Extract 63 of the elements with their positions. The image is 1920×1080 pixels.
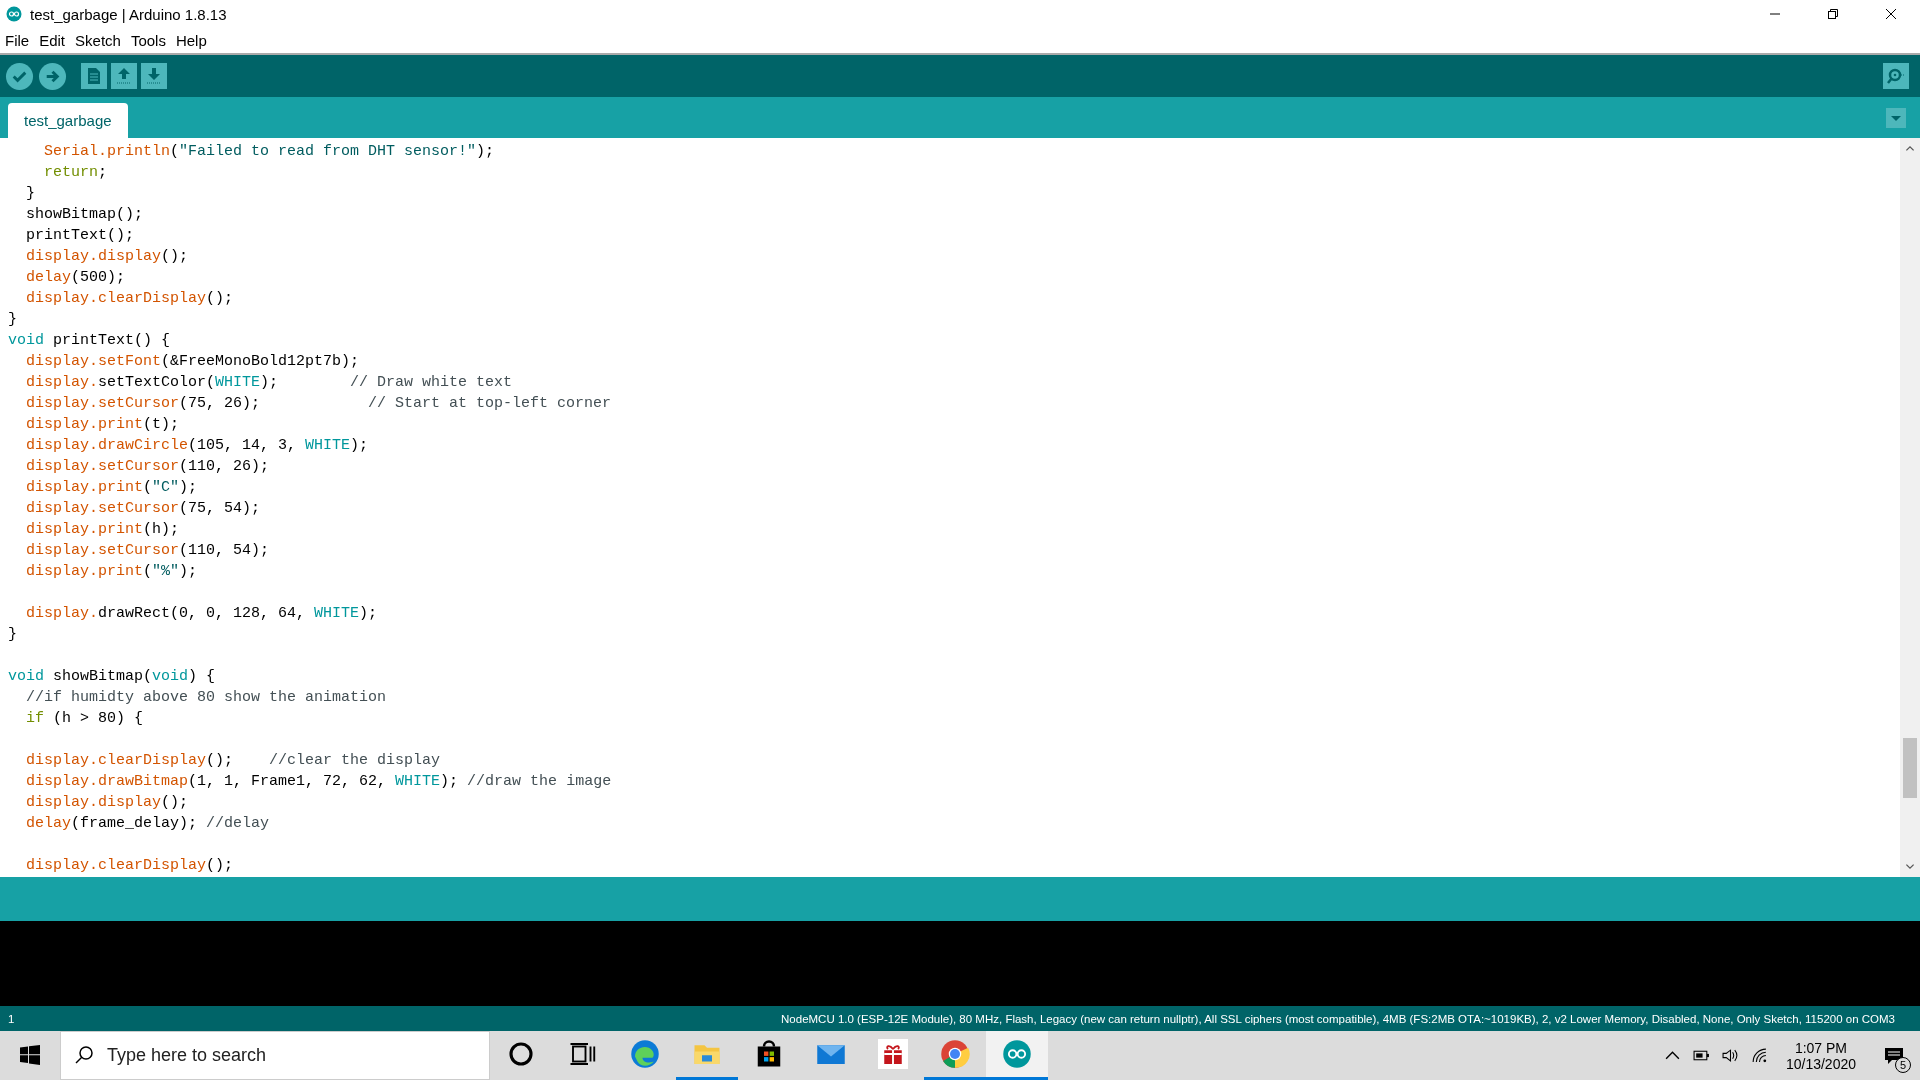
code-line: display.print("C"); <box>25 478 199 498</box>
clock-date: 10/13/2020 <box>1785 1055 1856 1072</box>
code-line: void showBitmap(void) { <box>8 667 217 687</box>
clock[interactable]: 1:07 PM 10/13/2020 <box>1779 1039 1862 1072</box>
arduino-logo-icon <box>6 6 22 22</box>
code-line: if (h > 80) { <box>25 709 145 729</box>
code-line: } <box>8 310 18 330</box>
clock-time: 1:07 PM <box>1794 1039 1848 1056</box>
speaker-icon[interactable] <box>1721 1047 1739 1064</box>
code-line: display.setCursor(75, 54); <box>25 499 262 519</box>
code-line: showBitmap(); <box>25 205 145 225</box>
code-line: delay(500); <box>25 268 127 288</box>
restore-icon[interactable] <box>1827 8 1839 20</box>
chrome-browser-icon[interactable] <box>940 1039 970 1069</box>
code-line: display.print("%"); <box>25 562 199 582</box>
file-tab[interactable]: test_garbage <box>8 103 128 138</box>
menu-item[interactable]: Help <box>170 32 212 49</box>
new-document-icon[interactable] <box>81 63 107 89</box>
code-line: display.setCursor(75, 26); // Start at top-left corner <box>25 394 613 414</box>
verify-icon[interactable] <box>5 61 34 91</box>
serial-monitor-icon[interactable] <box>1883 63 1909 89</box>
code-line: display.drawCircle(105, 14, 3, WHITE); <box>25 436 370 456</box>
code-line: //if humidty above 80 show the animation <box>25 688 388 708</box>
menu-item[interactable]: Sketch <box>70 32 126 49</box>
code-line: display.drawRect(0, 0, 128, 64, WHITE); <box>25 604 379 624</box>
code-line: display.print(t); <box>25 415 181 435</box>
menu-item[interactable]: Edit <box>34 32 71 49</box>
code-line: } <box>8 625 18 645</box>
circle-icon[interactable] <box>506 1039 536 1069</box>
code-line: display.drawBitmap(1, 1, Frame1, 72, 62, WHITE); //draw the image <box>25 772 613 792</box>
dropdown-icon[interactable] <box>1886 107 1906 128</box>
edge-browser-icon[interactable] <box>630 1039 660 1069</box>
code-line: return; <box>43 163 109 183</box>
window-title: test_garbage | Arduino 1.8.13 <box>30 5 227 23</box>
scrollbar-thumb[interactable] <box>1903 738 1917 798</box>
code-line: display.display(); <box>25 793 190 813</box>
menu-item[interactable]: File <box>0 32 35 49</box>
search-field[interactable]: Type here to search <box>60 1031 490 1080</box>
board-info: NodeMCU 1.0 (ESP-12E Module), 80 MHz, Flash, Legacy (new can return nullptr), All SSL ciphers (most compatible), 4MB (FS:2MB OTA:~1019KB), 2, v2 Lower Memory, Disabled, None, Only Sketch, 115200 on COM3 <box>781 1012 1895 1025</box>
arduino-taskbar-item[interactable] <box>986 1031 1048 1080</box>
code-line: } <box>25 184 36 204</box>
code-line: display.setTextColor(WHITE); // Draw white text <box>25 373 514 393</box>
code-line: Serial.println("Failed to read from DHT sensor!"); <box>43 142 496 162</box>
code-line: void printText() { <box>8 331 172 351</box>
close-icon[interactable] <box>1885 8 1897 20</box>
notification-count: 5 <box>1895 1056 1911 1073</box>
code-line: printText(); <box>25 226 136 246</box>
gift-icon[interactable] <box>878 1039 908 1069</box>
line-number: 1 <box>8 1012 15 1025</box>
code-line: display.setCursor(110, 54); <box>25 541 271 561</box>
code-line: display.clearDisplay(); //clear the display <box>25 751 442 771</box>
windows-start-icon[interactable] <box>20 1045 40 1065</box>
code-line: display.setCursor(110, 26); <box>25 457 271 477</box>
code-line: delay(frame_delay); //delay <box>25 814 271 834</box>
code-line: display.display(); <box>25 247 190 267</box>
code-line: display.print(h); <box>25 520 181 540</box>
menu-item[interactable]: Tools <box>125 32 171 49</box>
scrollbar[interactable] <box>1900 138 1920 877</box>
wifi-icon[interactable] <box>1750 1047 1768 1064</box>
arduino-logo-icon <box>1002 1039 1032 1069</box>
code-line: display.clearDisplay(); <box>25 289 235 309</box>
code-line: display.setFont(&FreeMonoBold12pt7b); <box>25 352 361 372</box>
code-line: display.clearDisplay(); <box>25 856 235 876</box>
